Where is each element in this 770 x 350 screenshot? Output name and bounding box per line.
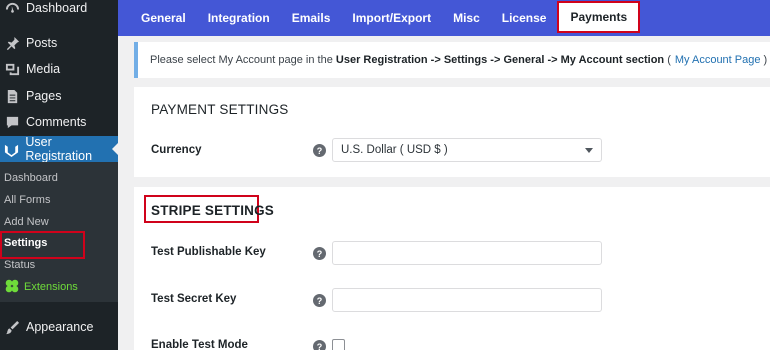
menu-comments[interactable]: Comments (0, 109, 118, 135)
notice-path: My Account section (560, 54, 665, 66)
my-account-page-link[interactable]: My Account Page (675, 54, 761, 66)
help-icon[interactable]: ? (313, 294, 326, 307)
tab-payments[interactable]: Payments (557, 1, 641, 33)
payment-settings-panel: PAYMENT SETTINGS Currency ? U.S. Dollar … (134, 87, 770, 177)
enable-test-mode-label: Enable Test Mode (151, 339, 248, 350)
submenu-extensions[interactable]: Extensions (24, 278, 78, 296)
appearance-icon (4, 319, 20, 335)
notice-separator: -> (430, 54, 441, 66)
notice-path: Settings (443, 54, 488, 66)
pin-icon (4, 35, 20, 51)
menu-posts[interactable]: Posts (0, 30, 118, 56)
my-account-notice: Please select My Account page in the Use… (134, 42, 770, 78)
notice-separator: -> (547, 54, 558, 66)
menu-label: Comments (26, 115, 87, 129)
tab-import-export[interactable]: Import/Export (341, 0, 442, 36)
settings-tabs: General Integration Emails Import/Export… (118, 0, 770, 36)
menu-label: Posts (26, 36, 58, 50)
test-secret-key-input[interactable] (332, 288, 602, 312)
settings-content: Please select My Account page in the Use… (118, 36, 770, 350)
menu-pages[interactable]: Pages (0, 83, 118, 109)
submenu-dashboard[interactable]: Dashboard (4, 169, 58, 187)
test-publishable-key-label: Test Publishable Key (151, 246, 266, 258)
notice-text: Please select My Account page in the (150, 54, 333, 66)
test-secret-key-label: Test Secret Key (151, 293, 237, 305)
notice-paren: ( (667, 54, 671, 66)
tab-misc[interactable]: Misc (442, 0, 491, 36)
user-registration-icon (4, 141, 19, 157)
stripe-settings-panel: STRIPE SETTINGS Test Publishable Key ? T… (134, 187, 770, 350)
menu-media[interactable]: Media (0, 56, 118, 82)
help-icon[interactable]: ? (313, 144, 326, 157)
help-icon[interactable]: ? (313, 247, 326, 260)
tab-emails[interactable]: Emails (281, 0, 342, 36)
help-icon[interactable]: ? (313, 340, 326, 350)
tab-integration[interactable]: Integration (197, 0, 281, 36)
submenu-add-new[interactable]: Add New (4, 213, 49, 231)
chevron-down-icon (585, 148, 593, 153)
extensions-icon (5, 279, 19, 293)
currency-select[interactable]: U.S. Dollar ( USD $ ) (332, 138, 602, 162)
menu-user-registration[interactable]: User Registration (0, 135, 118, 163)
menu-appearance[interactable]: Appearance (0, 314, 118, 340)
notice-path: General (503, 54, 545, 66)
menu-label: Media (26, 62, 61, 76)
payment-settings-title: PAYMENT SETTINGS (151, 102, 289, 117)
menu-label: Appearance (26, 320, 94, 334)
admin-sidebar: Dashboard Posts Media Pages Comments Use… (0, 0, 118, 350)
notice-separator: -> (490, 54, 501, 66)
menu-label: Pages (26, 89, 62, 103)
currency-value: U.S. Dollar ( USD $ ) (341, 144, 448, 156)
menu-label: Dashboard (26, 1, 88, 15)
enable-test-mode-checkbox[interactable] (332, 339, 345, 350)
notice-paren: ) (763, 54, 768, 66)
test-publishable-key-input[interactable] (332, 241, 602, 265)
currency-label: Currency (151, 144, 202, 156)
tab-general[interactable]: General (130, 0, 197, 36)
menu-label: User Registration (25, 135, 93, 163)
comment-icon (4, 114, 20, 130)
pages-icon (4, 88, 20, 104)
menu-dashboard[interactable]: Dashboard (0, 0, 118, 21)
notice-path: User Registration (335, 54, 428, 66)
submenu-all-forms[interactable]: All Forms (4, 191, 50, 209)
media-icon (4, 61, 20, 77)
settings-highlight-box (0, 231, 85, 259)
tab-license[interactable]: License (491, 0, 558, 36)
stripe-settings-title: STRIPE SETTINGS (151, 203, 275, 218)
dashboard-icon (4, 0, 20, 16)
